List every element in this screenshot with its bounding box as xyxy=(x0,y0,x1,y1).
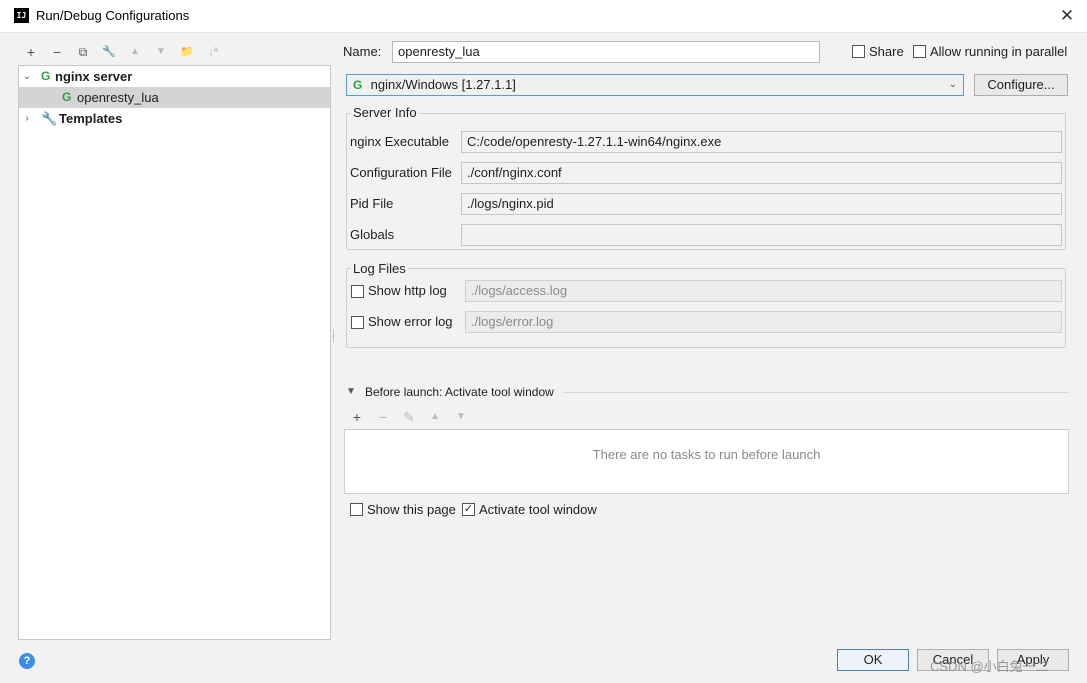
name-input[interactable]: openresty_lua xyxy=(392,41,820,63)
nginx-server-select[interactable]: G nginx/Windows [1.27.1.1] ⌄ xyxy=(346,74,964,96)
move-task-up-icon[interactable]: ▲ xyxy=(427,409,443,425)
move-task-down-icon[interactable]: ▼ xyxy=(453,409,469,425)
empty-tasks-text: There are no tasks to run before launch xyxy=(592,447,821,462)
configure-button[interactable]: Configure... xyxy=(974,74,1068,96)
error-log-path-field[interactable]: ./logs/error.log xyxy=(465,311,1062,333)
http-log-path-field[interactable]: ./logs/access.log xyxy=(465,280,1062,302)
chevron-right-icon[interactable]: › xyxy=(21,108,33,129)
chevron-down-icon[interactable]: ⌄ xyxy=(949,75,957,95)
before-launch-title[interactable]: Before launch: Activate tool window xyxy=(365,385,554,399)
add-icon[interactable]: + xyxy=(22,43,40,61)
name-label: Name: xyxy=(343,44,382,59)
server-select-value: nginx/Windows [1.27.1.1] xyxy=(370,77,516,92)
copy-icon[interactable]: ⧉ xyxy=(74,43,92,61)
divider xyxy=(563,392,1069,393)
configuration-tree[interactable]: ⌄ G nginx server G openresty_lua › 🔧 Tem… xyxy=(18,65,331,640)
intellij-app-icon: IJ xyxy=(14,8,29,23)
show-this-page-checkbox[interactable] xyxy=(350,503,363,516)
remove-icon[interactable]: − xyxy=(48,43,66,61)
share-checkbox[interactable] xyxy=(852,45,865,58)
collapse-triangle-icon[interactable]: ▼ xyxy=(346,386,356,397)
show-error-log-label: Show error log xyxy=(368,314,453,329)
nginx-g-icon: G xyxy=(353,78,363,92)
nginx-g-icon: G xyxy=(41,69,51,83)
log-files-title: Log Files xyxy=(351,261,408,276)
tree-item-openresty-lua[interactable]: G openresty_lua xyxy=(19,87,330,108)
move-down-icon[interactable]: ▼ xyxy=(152,43,170,61)
chevron-down-icon[interactable]: ⌄ xyxy=(21,66,33,87)
activate-tool-window-label: Activate tool window xyxy=(479,502,597,517)
wrench-icon[interactable]: 🔧 xyxy=(100,43,118,61)
show-http-log-label: Show http log xyxy=(368,283,447,298)
configuration-file-field[interactable]: ./conf/nginx.conf xyxy=(461,162,1062,184)
folder-icon[interactable]: 📁 xyxy=(178,43,196,61)
before-launch-task-list[interactable]: There are no tasks to run before launch xyxy=(344,429,1069,494)
move-up-icon[interactable]: ▲ xyxy=(126,43,144,61)
show-this-page-label: Show this page xyxy=(367,502,456,517)
pid-file-field[interactable]: ./logs/nginx.pid xyxy=(461,193,1062,215)
watermark: CSDN @小白兔一二 xyxy=(930,659,1049,674)
activate-tool-window-checkbox[interactable]: ✓ xyxy=(462,503,475,516)
tree-item-label: Templates xyxy=(59,111,123,126)
ok-button[interactable]: OK xyxy=(837,649,909,671)
remove-task-icon[interactable]: − xyxy=(375,409,391,425)
close-icon[interactable]: ✕ xyxy=(1056,6,1078,26)
tree-item-label: nginx server xyxy=(55,69,133,84)
server-info-title: Server Info xyxy=(351,105,419,120)
tree-item-templates[interactable]: › 🔧 Templates xyxy=(19,108,330,129)
globals-field[interactable] xyxy=(461,224,1062,246)
allow-parallel-checkbox[interactable] xyxy=(913,45,926,58)
help-icon[interactable]: ? xyxy=(19,653,35,669)
nginx-executable-label: nginx Executable xyxy=(350,134,450,149)
add-task-icon[interactable]: + xyxy=(349,409,365,425)
edit-task-icon[interactable]: ✎ xyxy=(401,409,417,425)
splitter-handle[interactable]: ⁝ ⁝ xyxy=(332,329,336,348)
wrench-icon: 🔧 xyxy=(41,111,58,126)
show-error-log-checkbox[interactable] xyxy=(351,316,364,329)
configuration-file-label: Configuration File xyxy=(350,165,452,180)
show-http-log-checkbox[interactable] xyxy=(351,285,364,298)
nginx-g-icon: G xyxy=(62,90,72,104)
allow-parallel-label: Allow running in parallel xyxy=(930,44,1068,59)
tree-item-nginx-server[interactable]: ⌄ G nginx server xyxy=(19,66,330,87)
nginx-executable-field[interactable]: C:/code/openresty-1.27.1.1-win64/nginx.e… xyxy=(461,131,1062,153)
tree-item-label: openresty_lua xyxy=(77,90,159,105)
share-label: Share xyxy=(869,44,904,59)
sort-icon[interactable]: ↓ª xyxy=(204,43,222,61)
title-bar: IJ Run/Debug Configurations ✕ xyxy=(0,0,1087,33)
window-title: Run/Debug Configurations xyxy=(36,8,190,23)
pid-file-label: Pid File xyxy=(350,196,394,211)
globals-label: Globals xyxy=(350,227,395,242)
